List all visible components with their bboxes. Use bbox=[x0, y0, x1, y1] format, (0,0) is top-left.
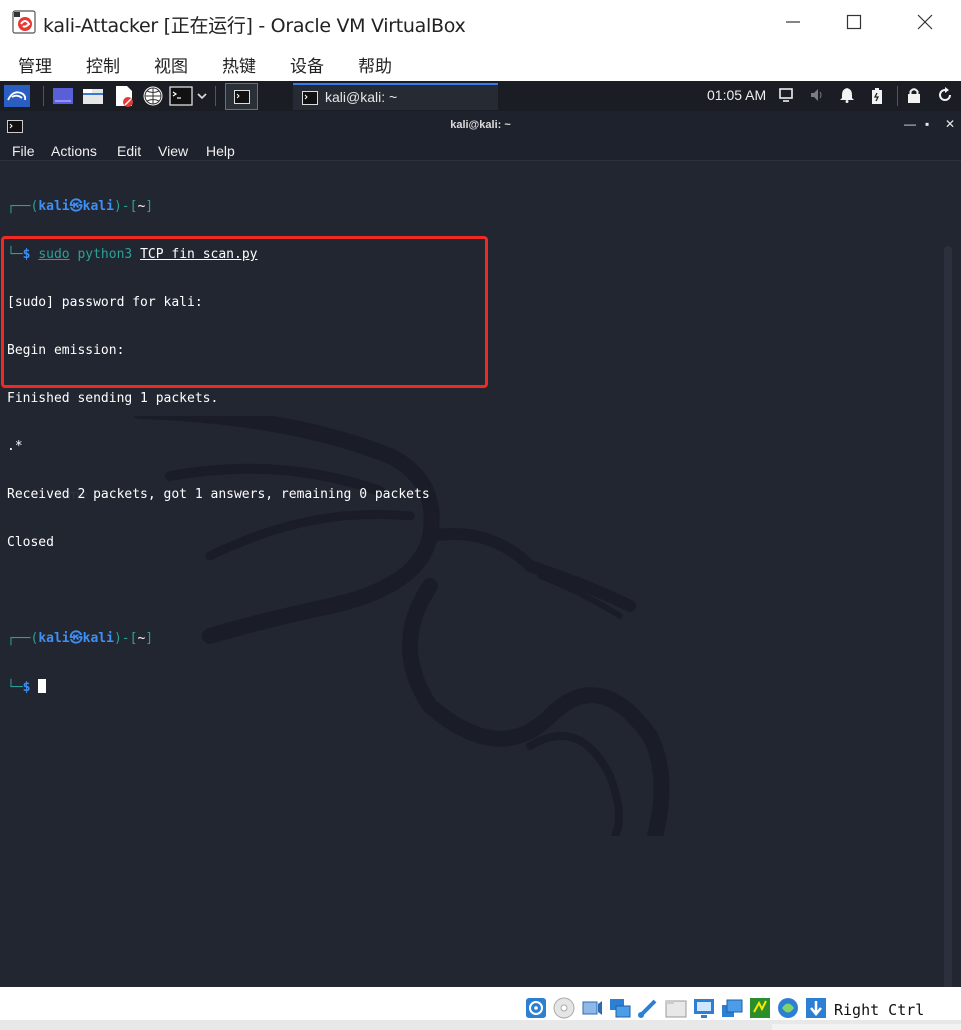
lock-screen-icon[interactable] bbox=[907, 87, 921, 103]
video-capture-icon[interactable] bbox=[721, 997, 743, 1019]
vbox-titlebar: kali-Attacker [正在运行] - Oracle VM Virtual… bbox=[0, 0, 961, 44]
window-title: kali-Attacker [正在运行] - Oracle VM Virtual… bbox=[43, 15, 466, 37]
panel-clock[interactable]: 01:05 AM bbox=[707, 87, 766, 103]
web-browser-icon[interactable] bbox=[142, 85, 164, 107]
output-line: .* bbox=[7, 439, 23, 454]
terminal-titlebar[interactable]: kali@kali: ~ — ▪ ✕ bbox=[0, 114, 961, 139]
display-icon[interactable] bbox=[779, 87, 793, 103]
kali-vm-icon bbox=[12, 10, 36, 34]
panel-separator bbox=[897, 86, 898, 106]
workspace-1-button[interactable] bbox=[225, 83, 258, 110]
taskbar-window-label: kali@kali: ~ bbox=[325, 89, 398, 105]
file-manager-icon[interactable] bbox=[82, 85, 104, 107]
menu-devices[interactable]: 设备 bbox=[290, 52, 324, 77]
kali-menu-icon[interactable] bbox=[4, 85, 30, 107]
notification-bell-icon[interactable] bbox=[839, 87, 855, 103]
prompt-user: kali bbox=[38, 631, 70, 646]
prompt-at-symbol: ㉿ bbox=[69, 631, 83, 646]
menu-hotkeys[interactable]: 热键 bbox=[222, 52, 256, 77]
terminal-menu-edit[interactable]: Edit bbox=[117, 143, 141, 159]
panel-separator bbox=[215, 86, 216, 106]
terminal-scrollbar[interactable] bbox=[944, 246, 952, 987]
close-icon bbox=[917, 14, 933, 30]
input-line[interactable]: └─$ bbox=[7, 679, 430, 695]
menu-help[interactable]: 帮助 bbox=[358, 52, 392, 77]
menu-control[interactable]: 控制 bbox=[86, 52, 120, 77]
close-button[interactable] bbox=[902, 6, 948, 38]
prompt-at-symbol: ㉿ bbox=[69, 199, 83, 214]
prompt-line-1: ┌──(kali㉿kali)-[~] bbox=[7, 199, 154, 214]
guest-additions-icon[interactable] bbox=[777, 997, 799, 1019]
terminal-small-icon bbox=[234, 90, 250, 104]
shared-folders-icon[interactable] bbox=[665, 997, 687, 1019]
network-icon[interactable] bbox=[609, 997, 631, 1019]
host-key-label: Right Ctrl bbox=[834, 1001, 925, 1019]
terminal-close-button[interactable]: ✕ bbox=[945, 117, 955, 131]
minimize-icon bbox=[786, 21, 800, 23]
power-menu-icon[interactable] bbox=[937, 87, 953, 103]
maximize-icon bbox=[846, 14, 862, 30]
xfce-panel: kali@kali: ~ 01:05 AM bbox=[0, 81, 961, 111]
prompt-host: kali bbox=[82, 199, 114, 214]
terminal-menu-actions[interactable]: Actions bbox=[51, 143, 97, 159]
text-cursor bbox=[38, 679, 47, 693]
terminal-minimize-button[interactable]: — bbox=[904, 117, 916, 131]
terminal-menu-file[interactable]: File bbox=[12, 143, 35, 159]
panel-separator bbox=[43, 86, 44, 106]
terminal-launcher-icon[interactable] bbox=[169, 85, 193, 107]
minimize-button[interactable] bbox=[770, 6, 816, 38]
terminal-menubar: File Actions Edit View Help bbox=[0, 139, 961, 161]
battery-icon[interactable] bbox=[870, 87, 884, 105]
host-key-arrow-icon[interactable] bbox=[805, 997, 827, 1019]
prompt-line-2: ┌──(kali㉿kali)-[~] bbox=[7, 631, 154, 646]
terminal-maximize-button[interactable]: ▪ bbox=[925, 117, 929, 131]
prompt-host: kali bbox=[82, 631, 114, 646]
show-desktop-icon[interactable] bbox=[52, 85, 74, 107]
bottom-edge-right bbox=[772, 1024, 961, 1030]
text-editor-icon[interactable] bbox=[113, 85, 135, 107]
terminal-small-icon bbox=[302, 91, 318, 105]
chevron-down-icon[interactable] bbox=[196, 85, 208, 107]
prompt-user: kali bbox=[38, 199, 70, 214]
maximize-button[interactable] bbox=[831, 6, 877, 38]
recording-icon[interactable] bbox=[749, 997, 771, 1019]
output-line: Closed bbox=[7, 535, 54, 550]
vbox-menubar: 管理 控制 视图 热键 设备 帮助 bbox=[0, 44, 961, 81]
terminal-body[interactable]: Home ┌──(kali㉿kali)-[~] └─$ sudo python3… bbox=[0, 161, 961, 987]
red-highlight-box bbox=[1, 236, 488, 388]
menu-manage[interactable]: 管理 bbox=[18, 52, 52, 77]
output-line: Received 2 packets, got 1 answers, remai… bbox=[7, 487, 430, 502]
taskbar-terminal-window[interactable]: kali@kali: ~ bbox=[293, 83, 498, 110]
display-icon[interactable] bbox=[693, 997, 715, 1019]
menu-view[interactable]: 视图 bbox=[154, 52, 188, 77]
volume-icon[interactable] bbox=[809, 87, 825, 103]
guest-screen[interactable]: kali@kali: ~ 01:05 AM kali@kali: ~ — ▪ ✕ bbox=[0, 81, 961, 987]
terminal-menu-help[interactable]: Help bbox=[206, 143, 235, 159]
output-line: Finished sending 1 packets. bbox=[7, 391, 219, 406]
terminal-menu-view[interactable]: View bbox=[158, 143, 188, 159]
terminal-title: kali@kali: ~ bbox=[450, 119, 511, 131]
audio-icon[interactable] bbox=[581, 997, 603, 1019]
usb-icon[interactable] bbox=[637, 997, 659, 1019]
optical-drive-icon[interactable] bbox=[553, 997, 575, 1019]
hard-disk-icon[interactable] bbox=[525, 997, 547, 1019]
